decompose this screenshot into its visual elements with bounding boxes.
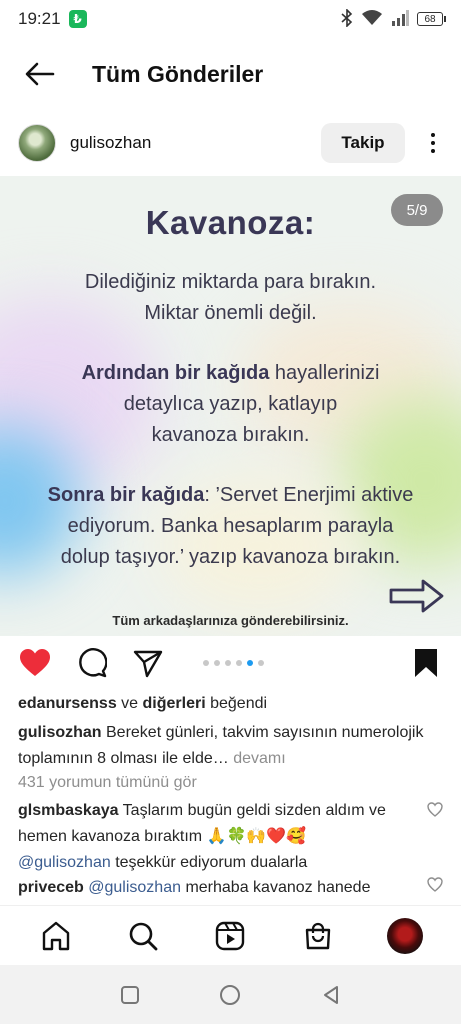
shopping-bag-icon: [305, 922, 331, 949]
likes-summary[interactable]: edanursenss ve diğerleri beğendi: [18, 695, 267, 713]
arrow-right-icon: [389, 579, 444, 613]
nav-search[interactable]: [123, 916, 163, 956]
back-button[interactable]: [10, 44, 70, 104]
likes-text: beğendi: [205, 695, 268, 712]
nav-shop[interactable]: [298, 916, 338, 956]
post-username[interactable]: gulisozhan: [70, 133, 151, 153]
liker-username[interactable]: edanursenss: [18, 695, 117, 712]
slide-line: dolup taşıyor.’ yazıp kavanoza bırakın.: [60, 546, 401, 568]
caption-more-link[interactable]: devamı: [229, 750, 285, 767]
slide-text: : ’Servet Enerjimi aktive: [204, 484, 414, 506]
arrow-left-icon: [25, 62, 55, 86]
heart-filled-icon: [20, 649, 50, 676]
like-button[interactable]: [18, 646, 52, 680]
heart-outline-icon[interactable]: [427, 802, 443, 817]
nav-profile[interactable]: [385, 916, 425, 956]
bluetooth-icon: [341, 7, 353, 30]
search-icon: [129, 922, 158, 950]
slide-text: hayallerinizi: [269, 362, 380, 384]
slide-paragraph-1: Dilediğiniz miktarda para bırakın. Mikta…: [0, 267, 461, 329]
heart-outline-icon[interactable]: [427, 877, 443, 892]
wifi-icon: [361, 9, 383, 29]
share-button[interactable]: [131, 646, 165, 680]
comment-username[interactable]: glsmbaskaya: [18, 802, 119, 819]
home-icon: [42, 921, 69, 950]
status-right: 68: [341, 7, 446, 30]
recent-apps-icon[interactable]: [120, 985, 140, 1005]
post-header: gulisozhan Takip: [0, 118, 461, 168]
slide-line: Miktar önemli değil.: [144, 302, 317, 324]
status-bar: 19:21 ₺ 68: [0, 0, 461, 38]
comment-username[interactable]: priveceb: [18, 879, 84, 896]
likes-text: ve: [116, 695, 143, 712]
slide-line: Sonra bir kağıda: ’Servet Enerjimi aktiv…: [0, 480, 461, 511]
comment-mention[interactable]: @gulisozhan: [18, 854, 111, 871]
carousel-dot: [214, 660, 220, 666]
slide-line: Ardından bir kağıda hayallerinizi: [0, 358, 461, 389]
back-triangle-icon[interactable]: [321, 985, 341, 1005]
comment-item: priveceb @gulisozhan merhaba kavanoz han…: [18, 875, 418, 901]
bottom-nav: [0, 905, 461, 965]
slide-bold: Ardından bir kağıda: [81, 362, 270, 384]
battery-icon: 68: [417, 12, 446, 26]
comment-text: merhaba kavanoz hanede: [181, 879, 371, 896]
slide-line: detaylıca yazıp, katlayıp: [123, 393, 338, 415]
post-actions: [0, 646, 461, 686]
slide-paragraph-2: Ardından bir kağıda hayallerinizi detayl…: [0, 358, 461, 451]
page-title: Tüm Gönderiler: [92, 60, 264, 87]
page-header: Tüm Gönderiler: [0, 44, 461, 104]
status-time: 19:21: [18, 9, 61, 28]
carousel-dot: [258, 660, 264, 666]
slide-line: Dilediğiniz miktarda para bırakın.: [84, 271, 377, 293]
slide-footer: Tüm arkadaşlarınıza gönderebilirsiniz.: [112, 613, 349, 628]
carousel-dot: [236, 660, 242, 666]
follow-button[interactable]: Takip: [321, 123, 405, 163]
home-circle-icon[interactable]: [219, 984, 241, 1006]
slide-bold: Sonra bir kağıda: [47, 484, 205, 506]
post-caption: gulisozhan Bereket günleri, takvim sayıs…: [18, 720, 443, 772]
app-notification-icon: ₺: [68, 10, 87, 28]
slide-paragraph-3: Sonra bir kağıda: ’Servet Enerjimi aktiv…: [0, 480, 461, 573]
comment-item: glsmbaskaya Taşlarım bugün geldi sizden …: [18, 798, 418, 876]
comment-mention[interactable]: @gulisozhan: [84, 879, 181, 896]
avatar[interactable]: [18, 124, 56, 162]
comment-button[interactable]: [75, 646, 109, 680]
nav-home[interactable]: [36, 916, 76, 956]
caption-username[interactable]: gulisozhan: [18, 724, 102, 741]
carousel-dot: [225, 660, 231, 666]
signal-icon: [391, 9, 409, 29]
nav-reels[interactable]: [210, 916, 250, 956]
send-icon: [133, 650, 163, 678]
comment-icon: [79, 648, 107, 678]
profile-avatar[interactable]: [387, 917, 424, 954]
slide-line: kavanoza bırakın.: [151, 424, 310, 446]
more-options-icon[interactable]: [423, 133, 443, 153]
comment-text: teşekkür ediyorum dualarla: [110, 854, 308, 871]
reels-icon: [216, 921, 245, 950]
likes-others-link[interactable]: diğerleri: [143, 695, 206, 712]
save-button[interactable]: [409, 646, 443, 680]
slide-line: ediyorum. Banka hesaplarım parayla: [67, 515, 394, 537]
post-image[interactable]: 5/9 Kavanoza: Dilediğiniz miktarda para …: [0, 176, 461, 636]
system-nav: [0, 965, 461, 1024]
view-all-comments-link[interactable]: 431 yorumun tümünü gör: [18, 774, 197, 792]
carousel-dot: [247, 660, 253, 666]
carousel-indicator: [203, 660, 264, 666]
carousel-dot: [203, 660, 209, 666]
bookmark-filled-icon: [415, 649, 437, 677]
slide-title: Kavanoza:: [145, 204, 316, 241]
